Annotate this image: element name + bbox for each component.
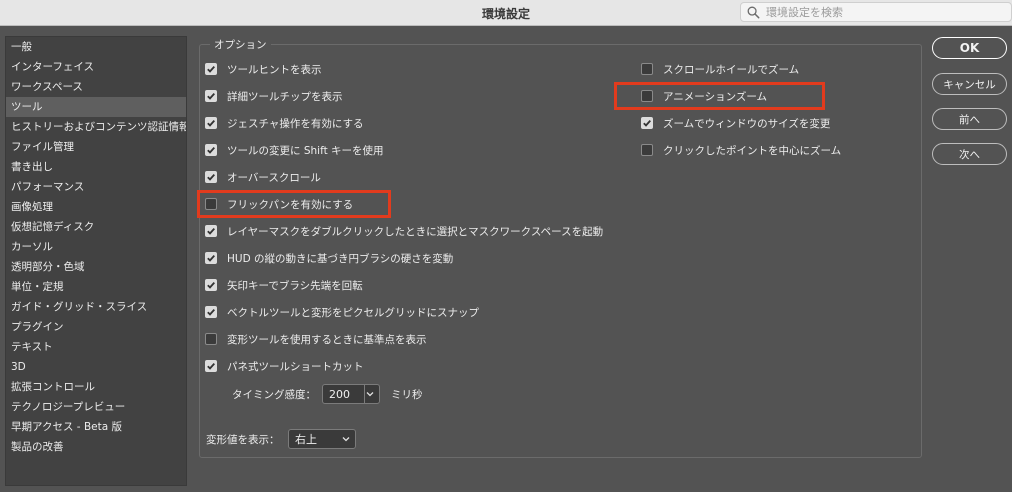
- option-rich-tooltips[interactable]: 詳細ツールチップを表示: [205, 88, 343, 104]
- option-arrow-rotate-brush[interactable]: 矢印キーでブラシ先端を回転: [205, 277, 363, 293]
- sidebar-item-export[interactable]: 書き出し: [6, 157, 186, 177]
- checkmark-icon: [207, 65, 215, 73]
- checkmark-icon: [207, 92, 215, 100]
- checkbox[interactable]: [641, 63, 653, 75]
- option-label: ズームでウィンドウのサイズを変更: [663, 117, 831, 130]
- checkmark-icon: [207, 362, 215, 370]
- checkbox[interactable]: [205, 279, 217, 291]
- checkbox[interactable]: [205, 63, 217, 75]
- chevron-down-icon: [366, 392, 374, 397]
- sidebar-item-early-access[interactable]: 早期アクセス - Beta 版: [6, 417, 186, 437]
- search-box[interactable]: [740, 2, 1012, 22]
- timing-select[interactable]: 200: [322, 384, 380, 404]
- option-label: 変形ツールを使用するときに基準点を表示: [227, 333, 427, 346]
- sidebar-item-history[interactable]: ヒストリーおよびコンテンツ認証情報: [6, 117, 186, 137]
- checkbox[interactable]: [205, 225, 217, 237]
- checkmark-icon: [207, 281, 215, 289]
- sidebar-item-product-improvement[interactable]: 製品の改善: [6, 437, 186, 457]
- sidebar-item-plugins[interactable]: プラグイン: [6, 317, 186, 337]
- checkbox[interactable]: [205, 360, 217, 372]
- category-sidebar: 一般 インターフェイス ワークスペース ツール ヒストリーおよびコンテンツ認証情…: [5, 36, 187, 486]
- option-zoom-clicked-point[interactable]: クリックしたポイントを中心にズーム: [641, 142, 841, 158]
- search-input[interactable]: [766, 5, 1006, 19]
- option-label: HUD の縦の動きに基づき円ブラシの硬さを変動: [227, 252, 454, 265]
- title-bar: 環境設定: [0, 0, 1012, 26]
- option-gestures[interactable]: ジェスチャ操作を有効にする: [205, 115, 364, 131]
- sidebar-item-workspace[interactable]: ワークスペース: [6, 77, 186, 97]
- checkbox[interactable]: [205, 333, 217, 345]
- option-hud-hardness[interactable]: HUD の縦の動きに基づき円ブラシの硬さを変動: [205, 250, 453, 266]
- sidebar-item-performance[interactable]: パフォーマンス: [6, 177, 186, 197]
- checkmark-icon: [207, 254, 215, 262]
- checkbox[interactable]: [205, 306, 217, 318]
- option-zoom-resize-window[interactable]: ズームでウィンドウのサイズを変更: [641, 115, 830, 131]
- option-show-reference-point[interactable]: 変形ツールを使用するときに基準点を表示: [205, 331, 427, 347]
- highlight-flick-panning: [197, 190, 391, 218]
- checkmark-icon: [207, 146, 215, 154]
- highlight-animated-zoom: [614, 82, 825, 110]
- option-label: パネ式ツールショートカット: [227, 360, 364, 373]
- option-spring-loaded-shortcuts[interactable]: パネ式ツールショートカット: [205, 358, 364, 374]
- sidebar-item-enhanced-controls[interactable]: 拡張コントロール: [6, 377, 186, 397]
- option-overscroll[interactable]: オーバースクロール: [205, 169, 321, 185]
- sidebar-item-file-handling[interactable]: ファイル管理: [6, 137, 186, 157]
- option-label: オーバースクロール: [227, 171, 321, 184]
- option-label: 詳細ツールチップを表示: [227, 90, 343, 103]
- options-legend: オプション: [210, 37, 271, 52]
- checkbox[interactable]: [205, 171, 217, 183]
- option-label: レイヤーマスクをダブルクリックしたときに選択とマスクワークスペースを起動: [227, 225, 604, 238]
- sidebar-item-tools[interactable]: ツール: [6, 97, 186, 117]
- checkmark-icon: [207, 308, 215, 316]
- transform-values-value: 右上: [295, 433, 317, 446]
- checkbox[interactable]: [205, 117, 217, 129]
- sidebar-item-guides-grid[interactable]: ガイド・グリッド・スライス: [6, 297, 186, 317]
- checkbox[interactable]: [641, 117, 653, 129]
- option-label: ツールの変更に Shift キーを使用: [227, 144, 384, 157]
- checkmark-icon: [207, 173, 215, 181]
- option-label: クリックしたポイントを中心にズーム: [663, 144, 842, 157]
- checkbox[interactable]: [205, 90, 217, 102]
- sidebar-item-3d[interactable]: 3D: [6, 357, 186, 377]
- option-zoom-scroll-wheel[interactable]: スクロールホイールでズーム: [641, 61, 799, 77]
- option-mask-dblclick[interactable]: レイヤーマスクをダブルクリックしたときに選択とマスクワークスペースを起動: [205, 223, 603, 239]
- sidebar-item-cursors[interactable]: カーソル: [6, 237, 186, 257]
- option-show-tooltips[interactable]: ツールヒントを表示: [205, 61, 322, 77]
- sidebar-item-type[interactable]: テキスト: [6, 337, 186, 357]
- sidebar-item-technology-previews[interactable]: テクノロジープレビュー: [6, 397, 186, 417]
- timing-label: タイミング感度：: [232, 389, 316, 401]
- checkmark-icon: [207, 119, 215, 127]
- checkmark-icon: [643, 119, 651, 127]
- option-label: ツールヒントを表示: [227, 63, 322, 76]
- option-shift-tool-switch[interactable]: ツールの変更に Shift キーを使用: [205, 142, 384, 158]
- option-label: 矢印キーでブラシ先端を回転: [227, 279, 363, 292]
- option-label: ベクトルツールと変形をピクセルグリッドにスナップ: [227, 306, 479, 319]
- prev-button[interactable]: 前へ: [932, 108, 1007, 130]
- option-label: ジェスチャ操作を有効にする: [227, 117, 364, 130]
- transform-values-label: 変形値を表示：: [206, 434, 280, 446]
- timing-unit: ミリ秒: [391, 389, 423, 401]
- sidebar-item-image-processing[interactable]: 画像処理: [6, 197, 186, 217]
- ok-button[interactable]: OK: [932, 37, 1007, 59]
- sidebar-item-general[interactable]: 一般: [6, 37, 186, 57]
- checkbox[interactable]: [205, 252, 217, 264]
- search-icon: [747, 6, 760, 18]
- timing-value: 200: [329, 387, 350, 401]
- chevron-down-icon: [342, 437, 350, 442]
- cancel-button[interactable]: キャンセル: [932, 73, 1007, 95]
- option-label: スクロールホイールでズーム: [663, 63, 800, 76]
- sidebar-item-units-rulers[interactable]: 単位・定規: [6, 277, 186, 297]
- checkbox[interactable]: [205, 144, 217, 156]
- next-button[interactable]: 次へ: [932, 143, 1007, 165]
- checkbox[interactable]: [641, 144, 653, 156]
- option-snap-pixel-grid[interactable]: ベクトルツールと変形をピクセルグリッドにスナップ: [205, 304, 479, 320]
- sidebar-item-interface[interactable]: インターフェイス: [6, 57, 186, 77]
- sidebar-item-transparency[interactable]: 透明部分・色域: [6, 257, 186, 277]
- checkmark-icon: [207, 227, 215, 235]
- sidebar-item-scratch-disks[interactable]: 仮想記憶ディスク: [6, 217, 186, 237]
- transform-values-select[interactable]: 右上: [288, 429, 356, 449]
